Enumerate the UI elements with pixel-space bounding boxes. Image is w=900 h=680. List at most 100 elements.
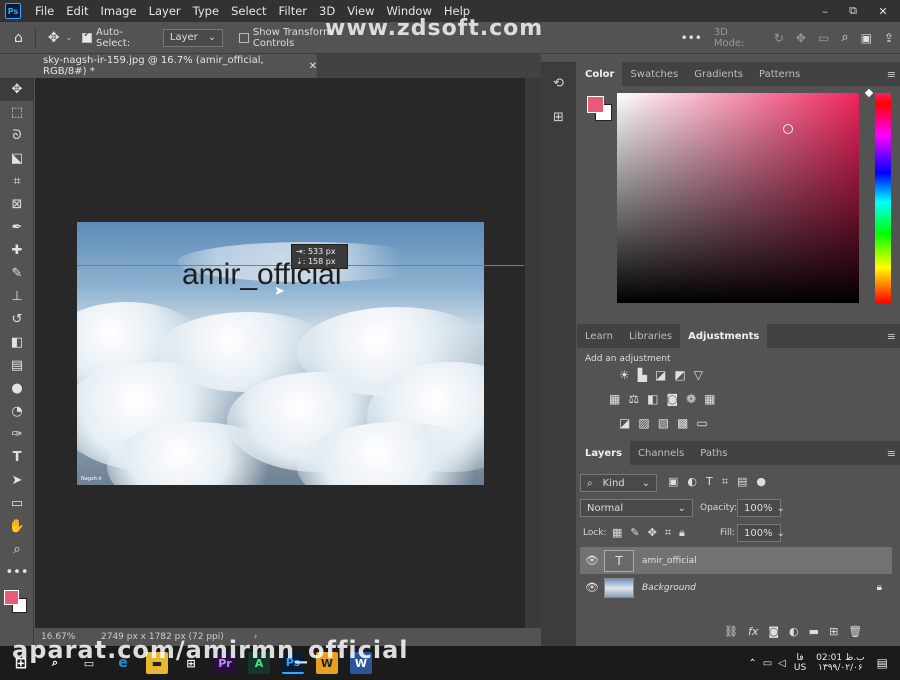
notification-icon[interactable]: ▤ bbox=[877, 656, 888, 670]
photo-filter-icon[interactable]: ◙ bbox=[666, 392, 678, 406]
lock-position-icon[interactable]: ✥ bbox=[648, 526, 657, 540]
menu-file[interactable]: File bbox=[29, 4, 60, 18]
document-tab[interactable]: sky-nagsh-ir-159.jpg @ 16.7% (amir_offic… bbox=[35, 54, 317, 78]
tab-gradients[interactable]: Gradients bbox=[686, 62, 751, 86]
layer-name[interactable]: amir_official bbox=[642, 556, 697, 566]
color-field[interactable] bbox=[617, 93, 859, 303]
history-panel-icon[interactable]: ⟲ bbox=[541, 66, 576, 100]
move-tool-icon[interactable]: ✥ bbox=[0, 78, 34, 101]
pen-tool-icon[interactable]: ✑ bbox=[0, 423, 34, 446]
exposure-icon[interactable]: ◩ bbox=[674, 368, 685, 382]
3d-orbit-icon[interactable]: ↻ bbox=[774, 31, 784, 45]
tab-learn[interactable]: Learn bbox=[577, 324, 621, 348]
menu-filter[interactable]: Filter bbox=[273, 4, 313, 18]
auto-select-checkbox[interactable] bbox=[82, 30, 92, 43]
fx-icon[interactable]: fx bbox=[748, 625, 758, 638]
lock-transparency-icon[interactable]: ▦ bbox=[612, 526, 622, 540]
pixel-filter-icon[interactable]: ▣ bbox=[668, 475, 678, 489]
fg-bg-swatches[interactable] bbox=[587, 96, 617, 126]
properties-panel-icon[interactable]: ⊞ bbox=[541, 100, 576, 134]
tab-swatches[interactable]: Swatches bbox=[622, 62, 686, 86]
opacity-field[interactable]: 100% ⌄ bbox=[737, 499, 785, 517]
adjustment-filter-icon[interactable]: ◐ bbox=[687, 475, 697, 489]
tab-adjustments[interactable]: Adjustments bbox=[680, 324, 768, 348]
close-button[interactable]: ✕ bbox=[868, 0, 898, 22]
workspace-icon[interactable]: ▣ bbox=[861, 31, 872, 45]
new-adjustment-icon[interactable]: ◐ bbox=[789, 625, 799, 638]
selective-color-icon[interactable]: ▩ bbox=[677, 416, 688, 430]
color-balance-icon[interactable]: ⚖ bbox=[628, 392, 639, 406]
home-icon[interactable]: ⌂ bbox=[14, 30, 23, 46]
panel-menu-icon[interactable]: ≡ bbox=[887, 330, 896, 343]
gradient-map-icon[interactable]: ▭ bbox=[696, 416, 707, 430]
delete-layer-icon[interactable]: 🗑︎ bbox=[848, 625, 862, 638]
lock-artboard-icon[interactable]: ⌗ bbox=[665, 526, 671, 540]
menu-layer[interactable]: Layer bbox=[143, 4, 187, 18]
eyedropper-tool-icon[interactable]: ✒ bbox=[0, 216, 34, 239]
brightness-icon[interactable]: ☀ bbox=[619, 368, 630, 382]
show-transform-checkbox[interactable] bbox=[239, 32, 249, 43]
3d-camera-icon[interactable]: ▭ bbox=[818, 31, 829, 45]
curves-icon[interactable]: ◪ bbox=[655, 368, 666, 382]
smart-object-filter-icon[interactable]: ▤ bbox=[737, 475, 747, 489]
layer-row-text[interactable]: 👁︎ T amir_official bbox=[580, 547, 892, 574]
eraser-tool-icon[interactable]: ◧ bbox=[0, 331, 34, 354]
vibrance-icon[interactable]: ▽ bbox=[694, 368, 703, 382]
tab-paths[interactable]: Paths bbox=[692, 441, 735, 465]
history-brush-tool-icon[interactable]: ↺ bbox=[0, 308, 34, 331]
lock-all-icon[interactable]: 🔒︎ bbox=[679, 526, 685, 540]
panel-menu-icon[interactable]: ≡ bbox=[887, 68, 896, 81]
share-icon[interactable]: ⇪ bbox=[884, 31, 894, 45]
marquee-tool-icon[interactable]: ⬚ bbox=[0, 101, 34, 124]
move-tool-icon[interactable]: ✥ bbox=[48, 30, 60, 46]
crop-tool-icon[interactable]: ⌗ bbox=[0, 170, 34, 193]
invert-icon[interactable]: ◪ bbox=[619, 416, 630, 430]
brush-tool-icon[interactable]: ✎ bbox=[0, 262, 34, 285]
menu-image[interactable]: Image bbox=[95, 4, 143, 18]
link-layers-icon[interactable]: ⛓︎ bbox=[724, 625, 738, 638]
vertical-scrollbar[interactable] bbox=[525, 78, 541, 628]
zoom-tool-icon[interactable]: ⌕ bbox=[0, 538, 34, 561]
auto-select-target-dropdown[interactable]: Layer ⌄ bbox=[162, 28, 224, 47]
clock[interactable]: 02:01 ب.ظ ۱۳۹۹/۰۲/۰۶ bbox=[816, 653, 864, 673]
tab-patterns[interactable]: Patterns bbox=[751, 62, 808, 86]
layer-row-background[interactable]: 👁︎ Background 🔒︎ bbox=[580, 574, 892, 601]
menu-edit[interactable]: Edit bbox=[60, 4, 94, 18]
color-swatches[interactable] bbox=[0, 584, 33, 624]
black-white-icon[interactable]: ◧ bbox=[647, 392, 658, 406]
menu-type[interactable]: Type bbox=[187, 4, 225, 18]
gradient-tool-icon[interactable]: ▤ bbox=[0, 354, 34, 377]
3d-pan-icon[interactable]: ✥ bbox=[796, 31, 806, 45]
more-options-icon[interactable]: ••• bbox=[681, 31, 702, 45]
channel-mixer-icon[interactable]: ❁ bbox=[686, 392, 696, 406]
foreground-color-swatch[interactable] bbox=[587, 96, 604, 113]
stamp-tool-icon[interactable]: ⊥ bbox=[0, 285, 34, 308]
layer-name[interactable]: Background bbox=[642, 583, 696, 593]
new-layer-icon[interactable]: ⊞ bbox=[829, 625, 838, 638]
color-lookup-icon[interactable]: ▦ bbox=[704, 392, 715, 406]
lock-pixels-icon[interactable]: ✎ bbox=[630, 526, 639, 540]
language-indicator[interactable]: فا US bbox=[794, 653, 806, 673]
fill-field[interactable]: 100% ⌄ bbox=[737, 524, 785, 542]
color-picker-handle[interactable] bbox=[783, 124, 793, 134]
search-icon[interactable]: ⌕ bbox=[841, 30, 848, 45]
close-tab-icon[interactable]: ✕ bbox=[309, 61, 317, 72]
visibility-eye-icon[interactable]: 👁︎ bbox=[580, 581, 604, 594]
minimize-button[interactable]: – bbox=[810, 0, 840, 22]
type-tool-icon[interactable]: T bbox=[0, 446, 34, 469]
tab-libraries[interactable]: Libraries bbox=[621, 324, 680, 348]
lasso-tool-icon[interactable]: ᘐ bbox=[0, 124, 34, 147]
chevron-down-icon[interactable]: ⌄ bbox=[66, 33, 73, 42]
restore-button[interactable]: ⧉ bbox=[838, 0, 868, 22]
shape-filter-icon[interactable]: ⌗ bbox=[722, 475, 728, 489]
path-select-tool-icon[interactable]: ➤ bbox=[0, 469, 34, 492]
type-filter-icon[interactable]: T bbox=[706, 475, 713, 489]
dodge-tool-icon[interactable]: ◔ bbox=[0, 400, 34, 423]
layer-filter-kind[interactable]: ⌕ Kind ⌄ bbox=[580, 474, 657, 492]
filter-toggle-icon[interactable]: ● bbox=[756, 475, 766, 489]
hue-saturation-icon[interactable]: ▦ bbox=[609, 392, 620, 406]
menu-select[interactable]: Select bbox=[225, 4, 272, 18]
blur-tool-icon[interactable]: ● bbox=[0, 377, 34, 400]
visibility-eye-icon[interactable]: 👁︎ bbox=[580, 554, 604, 567]
network-icon[interactable]: ▭ bbox=[763, 658, 772, 669]
